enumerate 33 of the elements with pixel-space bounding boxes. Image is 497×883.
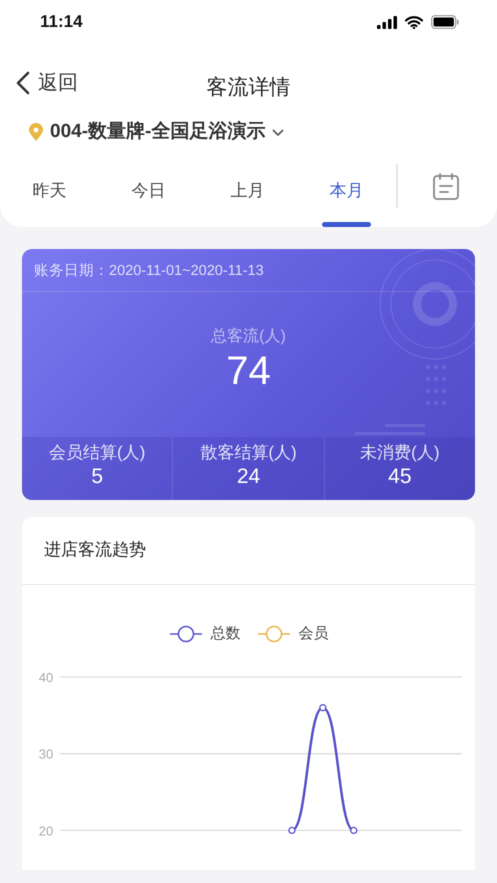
total-label: 总客流(人): [211, 328, 286, 344]
battery-icon: [431, 15, 459, 29]
stat-label: 会员结算(人): [49, 442, 146, 462]
data-point: [288, 826, 296, 834]
stat-value: 5: [91, 465, 103, 488]
total-value: 74: [226, 348, 271, 392]
stat-label: 散客结算(人): [200, 442, 297, 462]
page-title: 客流详情: [206, 75, 290, 102]
y-tick-label: 20: [38, 822, 54, 838]
y-tick-label: 30: [38, 746, 54, 762]
accounting-date: 账务日期：2020-11-01~2020-11-13: [22, 248, 475, 292]
data-point: [350, 826, 358, 834]
signal-icon: [377, 16, 397, 28]
data-point: [319, 704, 326, 711]
period-tab[interactable]: 本月: [297, 154, 396, 226]
stat-value: 45: [388, 465, 412, 488]
location-pin-icon: [28, 122, 44, 142]
back-chevron-icon: [16, 71, 30, 95]
stat-value: 24: [236, 465, 260, 488]
trend-title: 进店客流趋势: [44, 540, 146, 558]
store-selector[interactable]: 004-数量牌-全国足浴演示: [0, 118, 286, 146]
period-tab[interactable]: 今日: [99, 154, 198, 226]
stat-label: 未消费(人): [360, 442, 440, 462]
period-tab[interactable]: 昨天: [0, 154, 99, 226]
wifi-icon: [405, 16, 423, 28]
caret-icon: [271, 128, 286, 137]
back-button[interactable]: 返回: [16, 68, 78, 98]
period-tab[interactable]: 上月: [198, 154, 297, 226]
y-tick-label: 40: [38, 670, 54, 684]
legend-label: 会员: [298, 624, 328, 644]
calendar-icon[interactable]: [433, 173, 459, 200]
status-time: 11:14: [40, 11, 83, 34]
legend-label: 总数: [210, 624, 240, 644]
